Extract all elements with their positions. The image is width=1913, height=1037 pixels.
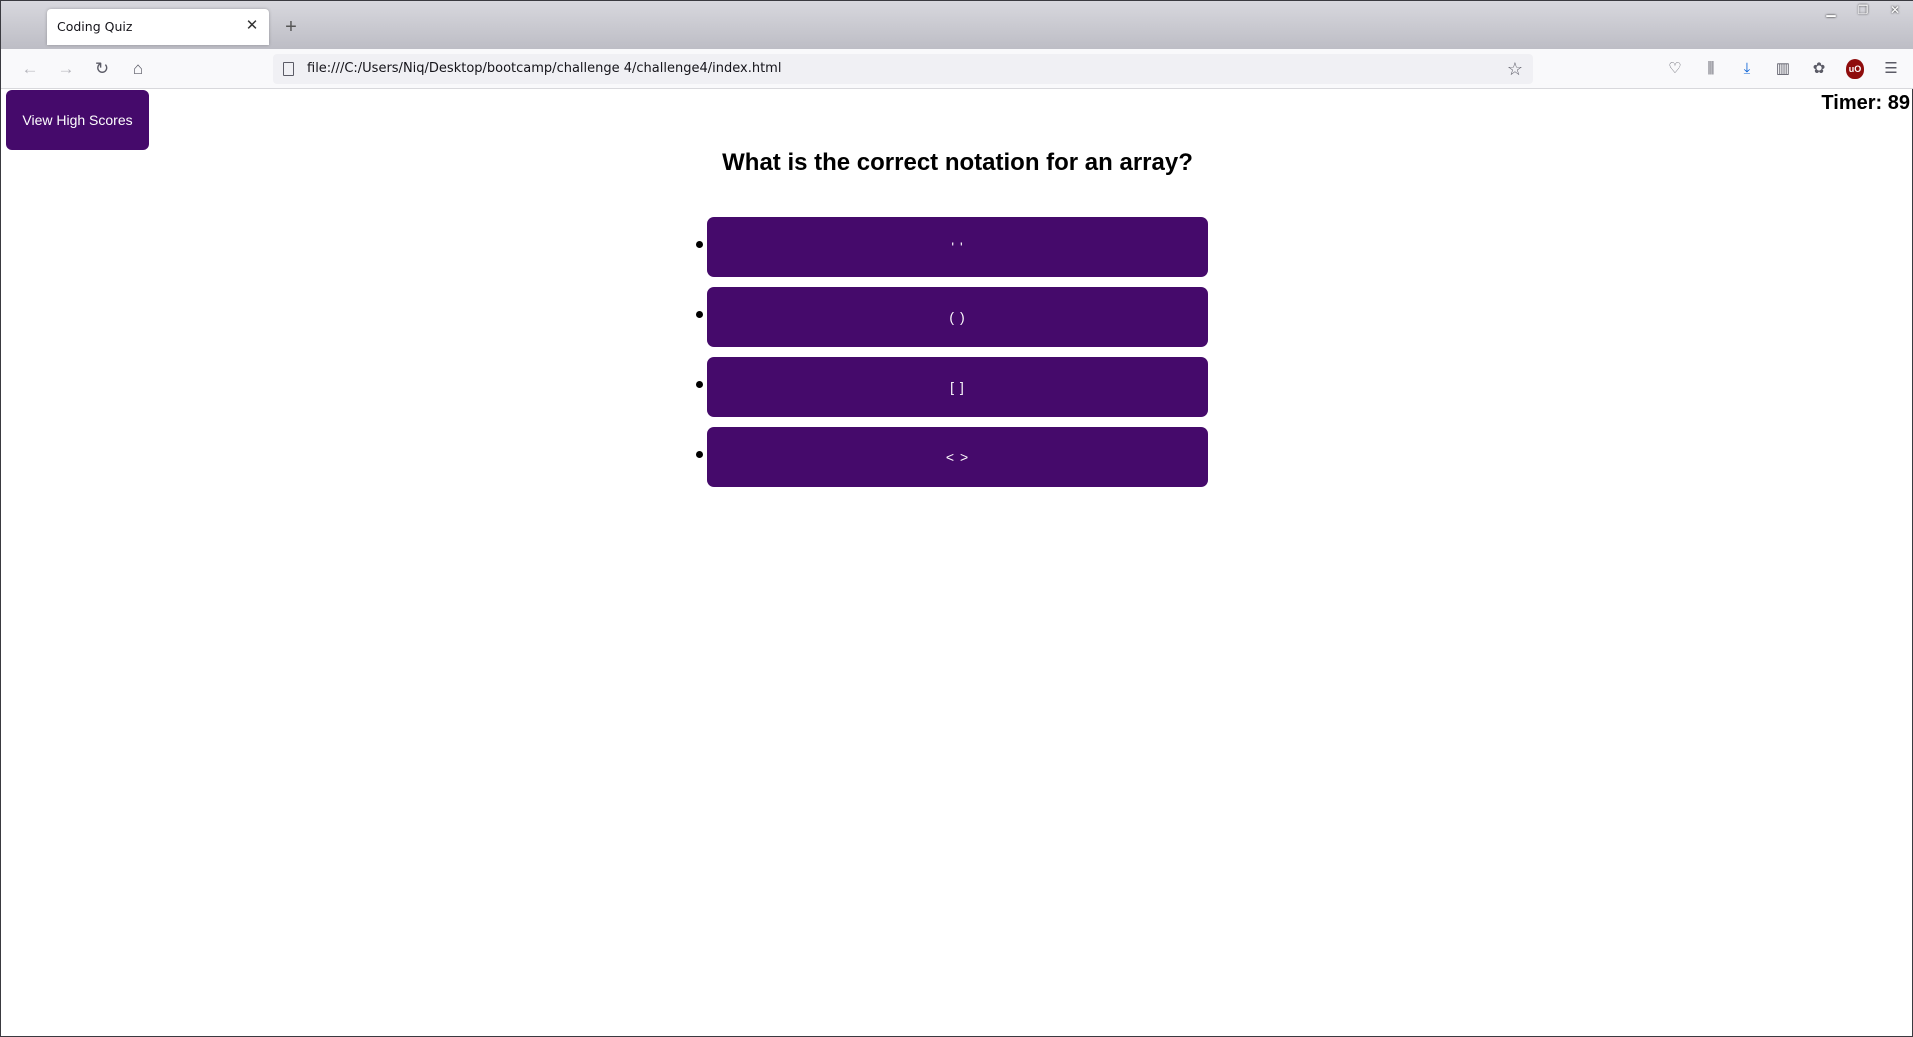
minimize-icon[interactable]: ▁ (1822, 2, 1840, 18)
home-icon[interactable]: ⌂ (125, 56, 151, 82)
menu-icon[interactable]: ☰ (1878, 56, 1904, 82)
extension-bee-icon[interactable]: ✿ (1806, 56, 1832, 82)
close-icon[interactable]: ✕ (243, 17, 261, 35)
list-item: ' ' (693, 217, 1213, 277)
window-controls: ▁ ❐ ✕ (1822, 1, 1904, 19)
navigation-toolbar: ← → ↻ ⌂ file:///C:/Users/Niq/Desktop/boo… (1, 49, 1913, 89)
extension-bars-icon[interactable]: ▥ (1770, 56, 1796, 82)
tab-coding-quiz[interactable]: Coding Quiz ✕ (47, 9, 269, 45)
answer-button-1[interactable]: ' ' (707, 217, 1208, 277)
bullet-icon (696, 241, 703, 248)
page-content: View High Scores Timer: 89 What is the c… (5, 89, 1910, 1035)
bullet-icon (696, 311, 703, 318)
timer-display: Timer: 89 (1821, 92, 1910, 114)
ublock-shield-icon[interactable]: uO (1846, 59, 1864, 79)
window-close-icon[interactable]: ✕ (1886, 2, 1904, 18)
view-high-scores-button[interactable]: View High Scores (6, 90, 149, 150)
back-icon[interactable]: ← (17, 56, 43, 82)
reload-icon[interactable]: ↻ (89, 56, 115, 82)
question-heading: What is the correct notation for an arra… (722, 149, 1193, 176)
list-item: ( ) (693, 287, 1213, 347)
tab-title: Coding Quiz (57, 19, 133, 34)
toolbar-actions: ♡ ⫼ ⤓ ▥ ✿ uO ☰ (1662, 56, 1904, 82)
list-item: < > (693, 427, 1213, 487)
restore-icon[interactable]: ❐ (1854, 2, 1872, 18)
url-text[interactable]: file:///C:/Users/Niq/Desktop/bootcamp/ch… (307, 61, 781, 76)
library-icon[interactable]: ⫼ (1698, 56, 1724, 82)
forward-icon[interactable]: → (53, 56, 79, 82)
tab-strip: Coding Quiz ✕ + ▁ ❐ ✕ (1, 1, 1913, 49)
answer-button-2[interactable]: ( ) (707, 287, 1208, 347)
pocket-icon[interactable]: ♡ (1662, 56, 1688, 82)
bullet-icon (696, 451, 703, 458)
answer-button-3[interactable]: [ ] (707, 357, 1208, 417)
list-item: [ ] (693, 357, 1213, 417)
bookmark-star-icon[interactable]: ☆ (1503, 57, 1527, 81)
page-icon (283, 62, 294, 76)
browser-window: Coding Quiz ✕ + ▁ ❐ ✕ ← → ↻ ⌂ file:///C:… (0, 0, 1913, 1037)
answer-list: ' ' ( ) [ ] < > (693, 217, 1213, 497)
answer-button-4[interactable]: < > (707, 427, 1208, 487)
bullet-icon (696, 381, 703, 388)
plus-icon[interactable]: + (279, 15, 303, 39)
download-icon[interactable]: ⤓ (1734, 56, 1760, 82)
address-bar[interactable]: file:///C:/Users/Niq/Desktop/bootcamp/ch… (273, 54, 1533, 84)
